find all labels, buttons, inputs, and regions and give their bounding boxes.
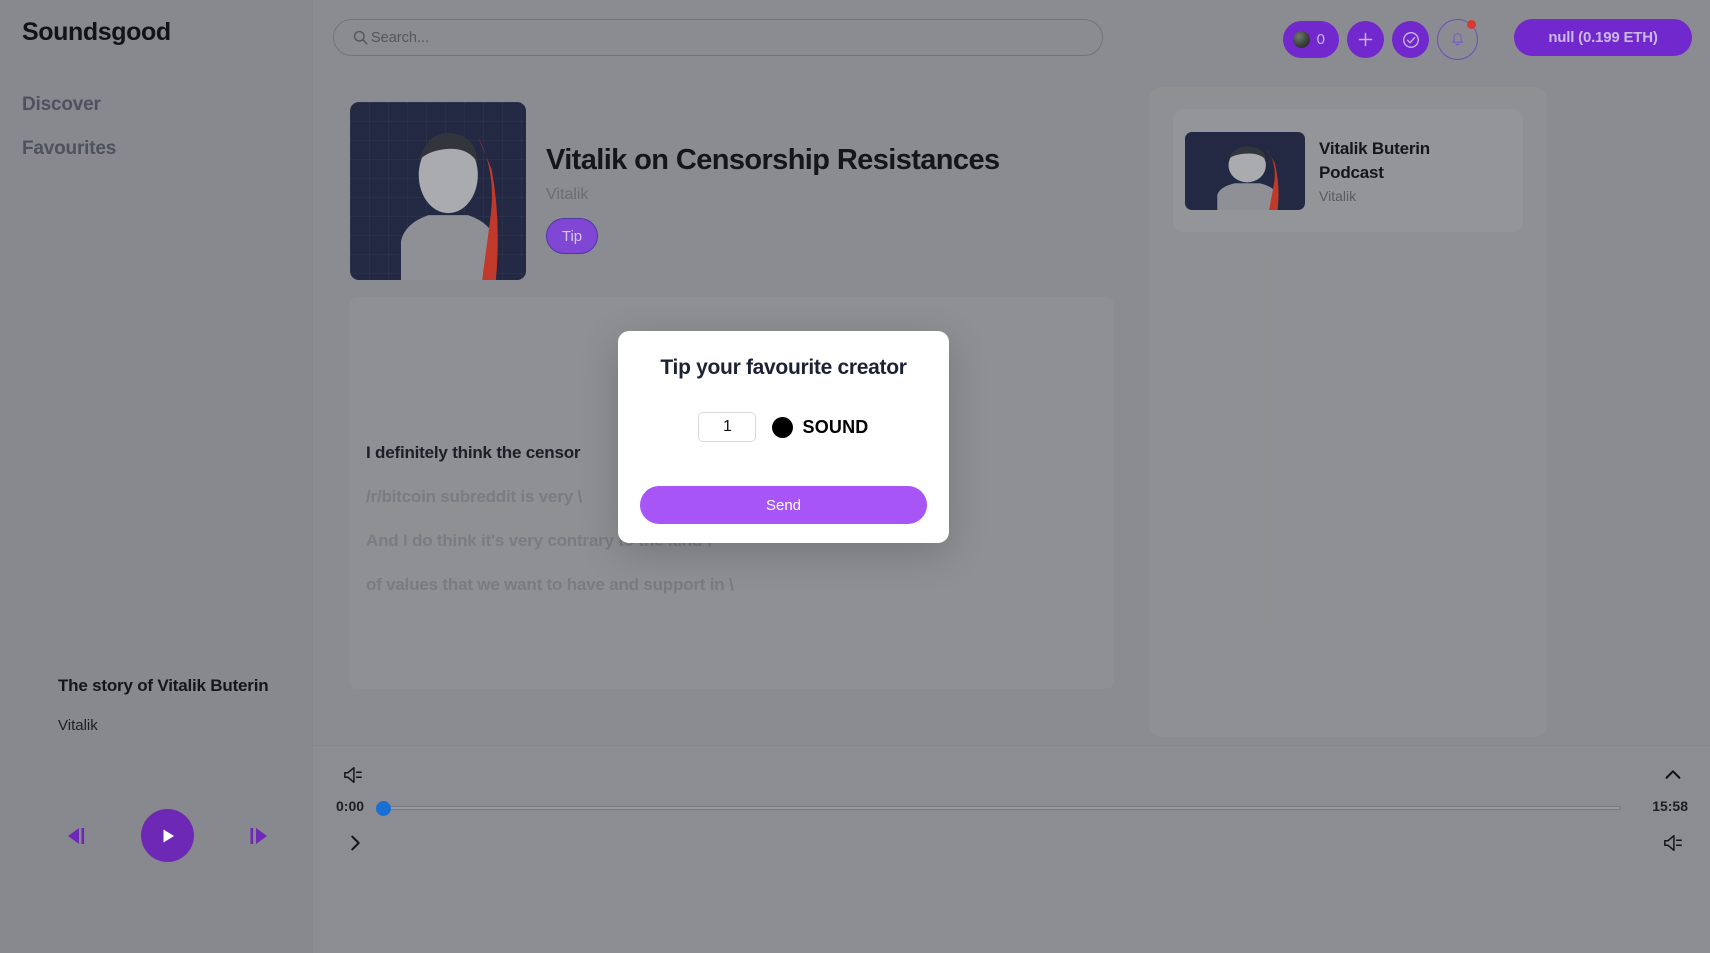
- sound-token-icon: [772, 416, 794, 438]
- token-symbol-label: SOUND: [802, 416, 869, 437]
- tip-modal-title: Tip your favourite creator: [660, 356, 907, 379]
- modal-overlay[interactable]: Tip your favourite creator SOUND Send: [0, 0, 1710, 953]
- app-root: Soundsgood Discover Favourites The story…: [0, 0, 1710, 953]
- tip-amount-row: SOUND: [618, 412, 949, 442]
- send-tip-button[interactable]: Send: [640, 486, 927, 524]
- tip-modal: Tip your favourite creator SOUND Send: [618, 331, 949, 543]
- token-symbol-group: SOUND: [772, 416, 869, 438]
- tip-amount-input[interactable]: [698, 412, 757, 442]
